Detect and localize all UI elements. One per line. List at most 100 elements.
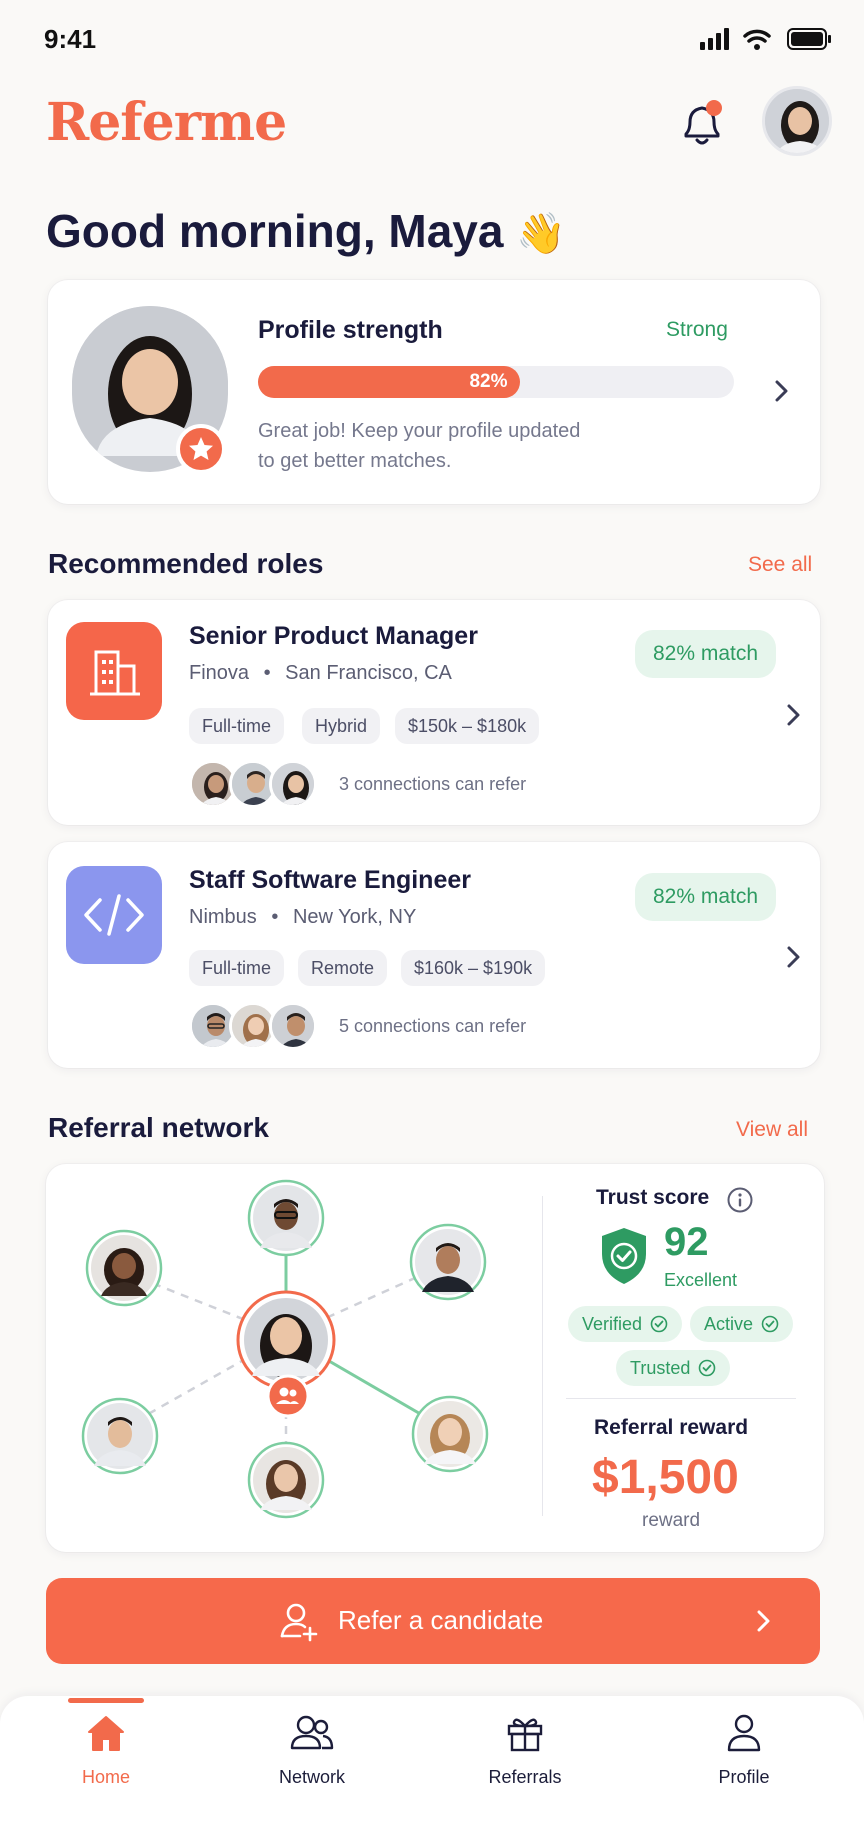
reward-amount: $1,500 [592,1451,739,1504]
user-avatar[interactable] [762,86,832,156]
tag-pill: $150k – $180k [395,708,540,744]
role-card[interactable]: Staff Software Engineer Nimbus • New Yor… [48,842,820,1068]
company-logo-finova [66,622,162,720]
reward-sub: reward [642,1510,701,1531]
network-node [247,1179,325,1257]
network-node [85,1229,163,1307]
nav-label: Referrals [488,1767,562,1787]
network-card: Trust score 92 Excellent Verified Active… [46,1164,824,1552]
building-icon [90,650,140,696]
badge-label: Verified [582,1314,643,1334]
trust-level: Excellent [664,1270,738,1290]
role-company: Finova [189,662,250,684]
profile-message: Great job! Keep your profile updated to … [258,416,580,476]
match-badge: 82% match [635,630,777,678]
role-location: New York, NY [292,906,417,928]
trusted-badge: Trusted [616,1350,731,1386]
progress-fill: 82% [258,366,520,398]
connection-avatars [189,760,319,808]
network-node [247,1441,325,1519]
person-icon [727,1714,761,1752]
role-card[interactable]: Senior Product Manager Finova • San Fran… [48,600,820,825]
network-divider [542,1196,543,1516]
nav-label: Profile [718,1767,770,1787]
profile-strength-status: Strong [666,318,728,341]
match-badge: 82% match [635,873,777,921]
role-company-location: Finova • San Francisco, CA [189,662,452,684]
trust-score-value: 92 [664,1220,709,1264]
nav-network[interactable]: Network [242,1712,382,1788]
network-node [411,1395,489,1473]
network-icon [290,1715,334,1750]
nav-label: Network [278,1767,345,1787]
connection-avatars [189,1002,319,1050]
greeting-heading: Good morning, Maya 👋 [46,204,566,258]
check-circle-icon [761,1315,779,1333]
signal-wifi-battery-icon [700,28,831,50]
check-circle-icon [650,1315,668,1333]
connection-avatar [269,760,317,808]
tag-pill: $160k – $190k [401,950,546,986]
company-logo-nimbus [66,866,162,964]
recommended-title: Recommended roles [48,548,324,579]
refer-candidate-button[interactable]: Refer a candidate [46,1578,820,1664]
tag-pill: Hybrid [302,708,381,744]
trust-score-label: Trust score [596,1186,710,1209]
nav-referrals[interactable]: Referrals [455,1712,595,1788]
active-badge: Active [690,1306,794,1342]
check-circle-icon [699,1359,716,1377]
network-title: Referral network [48,1112,269,1143]
profile-message-line2: to get better matches. [258,450,452,472]
status-time: 9:41 [44,24,97,54]
badge-label: Trusted [630,1358,691,1378]
gift-icon [507,1718,543,1752]
network-node [409,1223,487,1301]
see-all-link[interactable]: See all [748,553,812,577]
greeting-text: Good morning, Maya [46,205,504,257]
refer-candidate-label: Refer a candidate [338,1605,544,1635]
nav-label: Home [81,1767,130,1787]
role-title: Staff Software Engineer [189,866,471,894]
role-company-location: Nimbus • New York, NY [189,906,417,928]
nav-profile[interactable]: Profile [674,1712,814,1788]
chevron-right-icon [782,700,804,735]
progress-track: 82% [258,366,734,398]
star-icon [189,437,213,460]
home-icon [88,1716,124,1751]
info-icon[interactable] [726,1186,754,1219]
network-node [81,1397,159,1475]
verified-badge: Verified [568,1306,683,1342]
wave-icon: 👋 [516,212,567,256]
role-location: San Francisco, CA [285,662,452,684]
chevron-right-icon [782,942,804,977]
tag-pill: Full-time [189,708,285,744]
connection-avatar [269,1002,317,1050]
profile-strength-card[interactable]: Profile strength Strong 82% Great job! K… [48,280,820,504]
profile-strength-title: Profile strength [258,316,443,344]
add-person-icon [280,1603,318,1642]
bell-icon [684,100,722,145]
nav-active-indicator [68,1698,144,1703]
status-icons [700,26,832,52]
progress-label: 82% [469,371,508,392]
role-title: Senior Product Manager [189,622,478,650]
code-icon [84,894,144,936]
reward-label: Referral reward [594,1416,749,1439]
shield-check-icon [598,1226,650,1291]
tag-pill: Remote [298,950,388,986]
badge-label: Active [704,1314,754,1334]
star-badge [176,424,226,474]
network-graph [81,1179,489,1519]
notification-button[interactable] [676,96,728,152]
chevron-right-icon [770,376,792,411]
reward-divider [566,1398,796,1399]
connections-text: 3 connections can refer [339,774,527,794]
network-center-node [236,1290,336,1418]
role-company: Nimbus [189,906,257,928]
nav-home[interactable]: Home [36,1712,176,1788]
chevron-right-icon [757,1610,770,1632]
app-logo: Referme [46,92,287,153]
tag-pill: Full-time [189,950,285,986]
profile-message-line1: Great job! Keep your profile updated [258,420,581,442]
view-all-link[interactable]: View all [736,1118,808,1142]
